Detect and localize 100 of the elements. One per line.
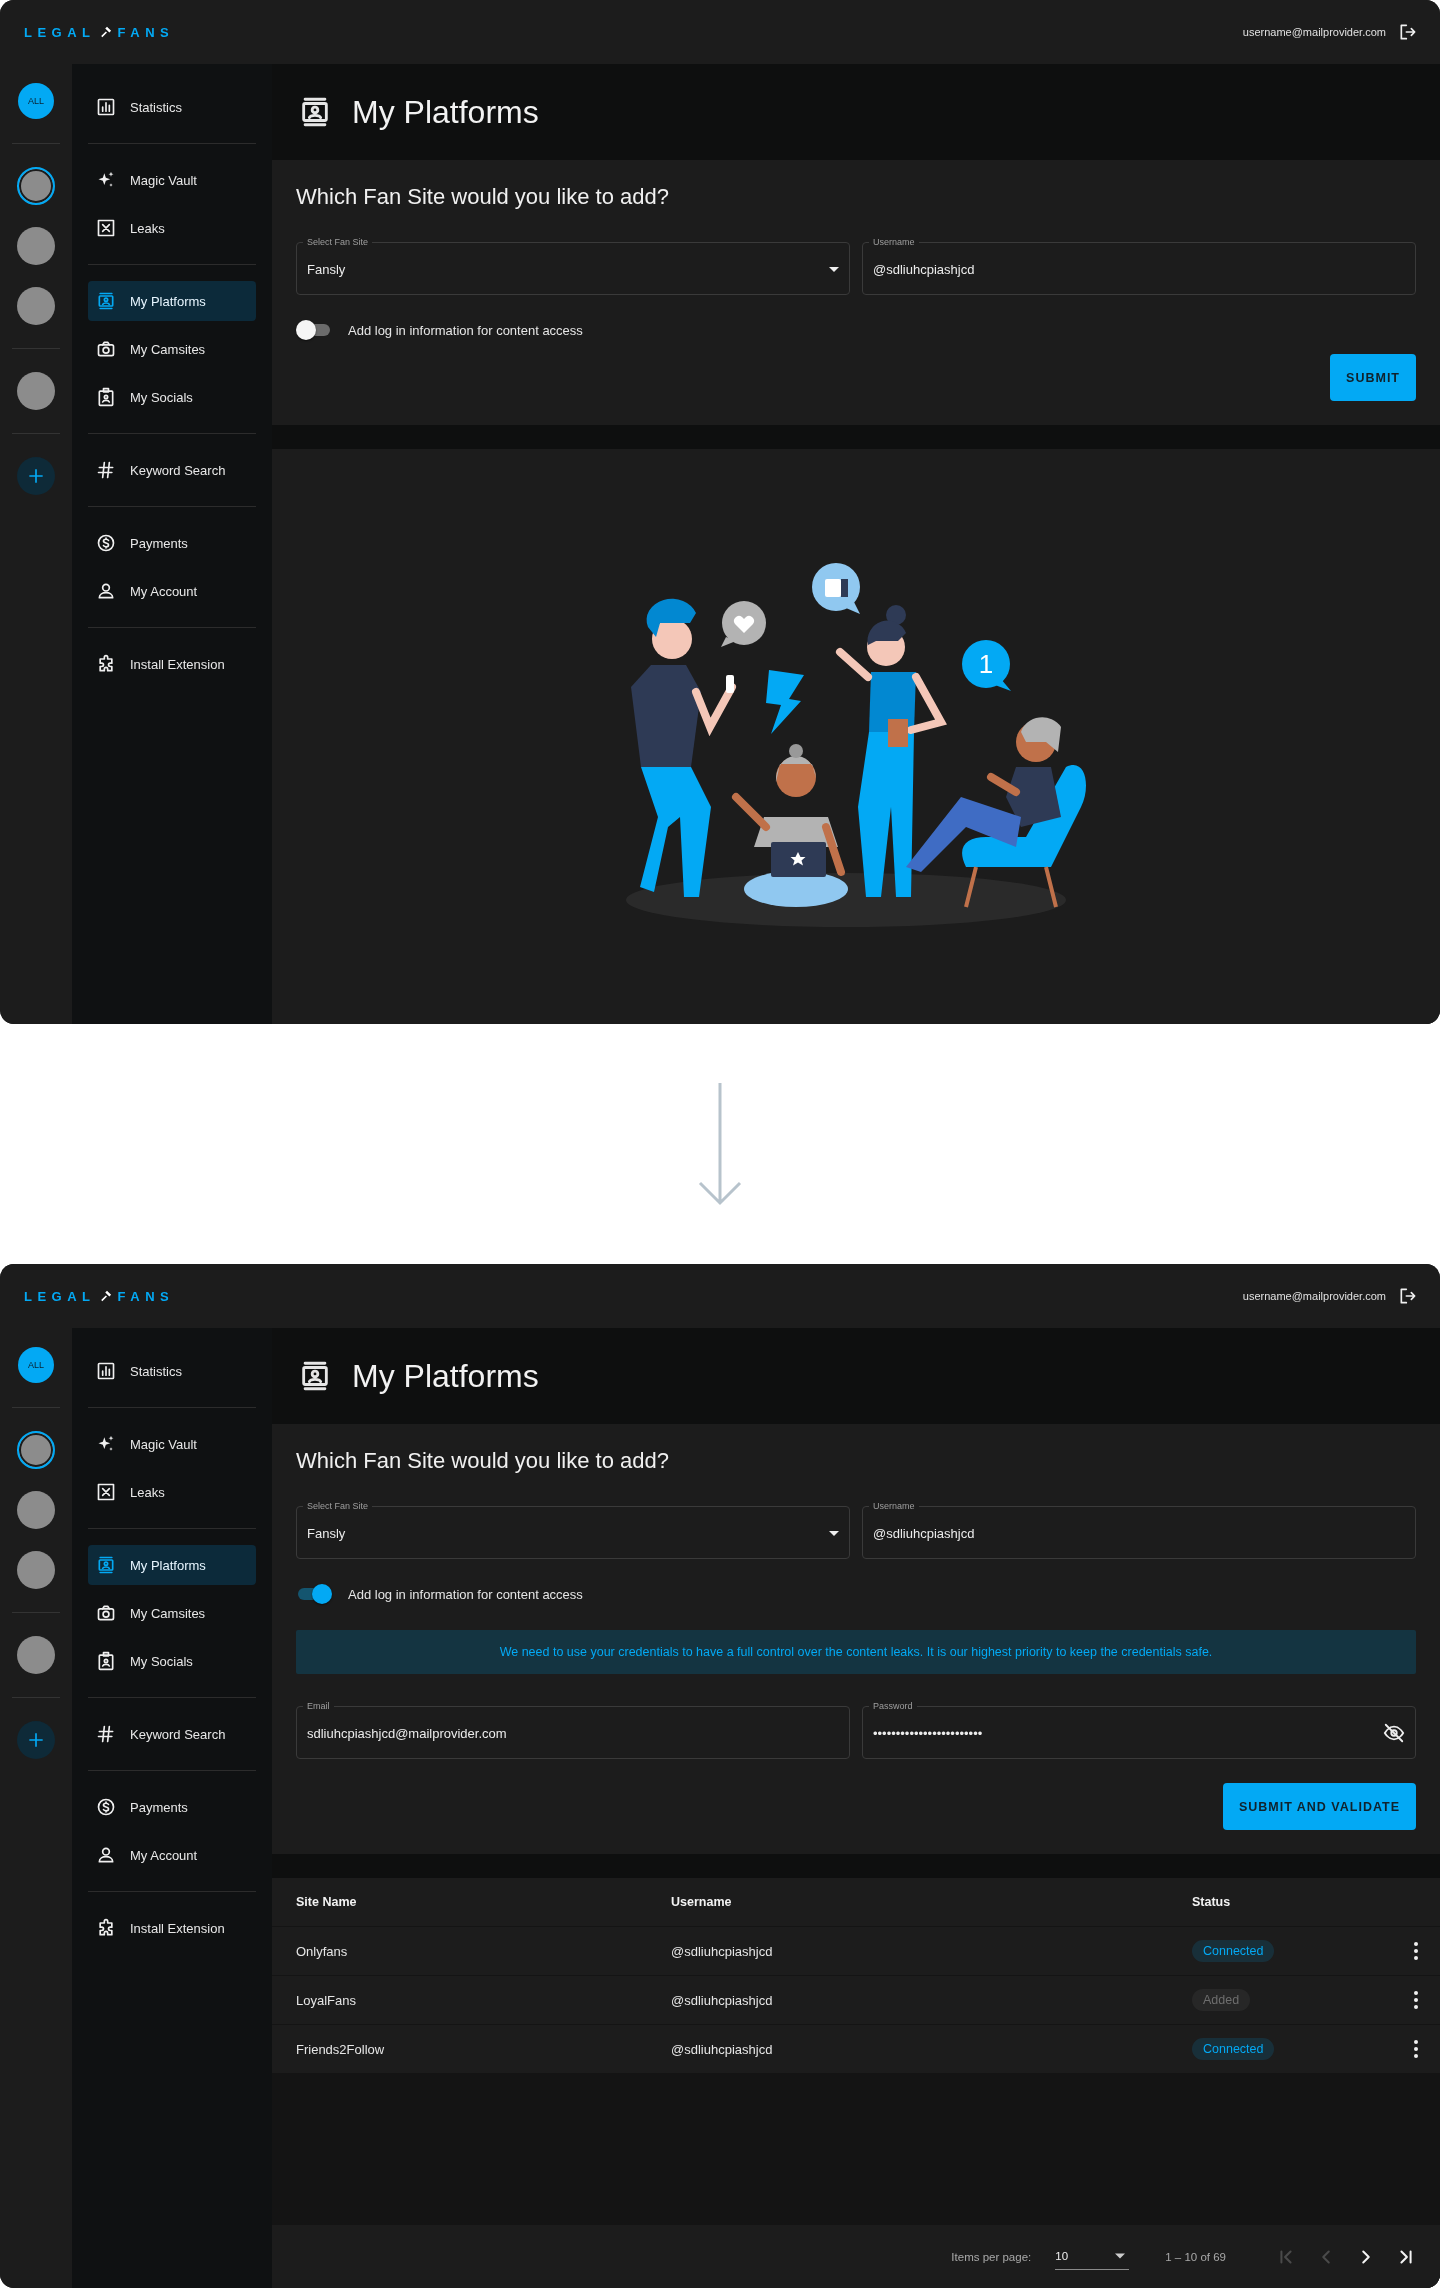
nav-item[interactable]: Statistics: [88, 1351, 256, 1391]
more-vert-icon: [1414, 1991, 1418, 2009]
nav-item[interactable]: Leaks: [88, 208, 256, 248]
bar-chart-icon: [96, 1361, 116, 1381]
avatar-photo[interactable]: [17, 1636, 55, 1674]
avatar-photo[interactable]: [17, 227, 55, 265]
nav-item[interactable]: Payments: [88, 523, 256, 563]
nav-item[interactable]: My Socials: [88, 1641, 256, 1681]
items-per-page-label: Items per page:: [951, 2250, 1032, 2263]
gavel-icon: [99, 25, 114, 39]
id-card-icon: [96, 1555, 116, 1575]
avatar-photo[interactable]: [17, 1551, 55, 1589]
logout-button[interactable]: [1398, 22, 1418, 42]
add-profile-button[interactable]: [17, 1721, 55, 1759]
logout-button[interactable]: [1398, 1286, 1418, 1306]
username-cell-text: @sdliuhcpiashjcd: [671, 2041, 774, 2057]
x-square-icon: [96, 1482, 116, 1502]
nav-item[interactable]: Magic Vault: [88, 1424, 256, 1464]
nav-item[interactable]: Install Extension: [88, 644, 256, 684]
gavel-icon: [99, 1289, 114, 1303]
site-name-cell-text: LoyalFans: [296, 1992, 357, 2008]
credentials-notice: We need to use your credentials to have a full control over the content leaks. It is our highest priority to keep the credentials safe.: [296, 1630, 1416, 1674]
nav-item[interactable]: My Camsites: [88, 329, 256, 369]
brand-logo-text: LEGAL: [24, 24, 96, 40]
nav-item[interactable]: Magic Vault: [88, 160, 256, 200]
toggle-label: Add log in information for content access: [348, 322, 583, 338]
nav-item[interactable]: Install Extension: [88, 1908, 256, 1948]
logout-icon: [1398, 1286, 1418, 1306]
avatar-photo[interactable]: [17, 1491, 55, 1529]
column-header: Status: [1192, 1895, 1232, 1909]
nav-item[interactable]: Payments: [88, 1787, 256, 1827]
id-card-icon: [96, 291, 116, 311]
login-info-toggle[interactable]: [296, 320, 332, 340]
dropdown-caret-icon: [829, 1530, 839, 1536]
avatar-photo[interactable]: [17, 1431, 55, 1469]
avatar-photo[interactable]: [17, 287, 55, 325]
page-range: 1 – 10 of 69: [1165, 2250, 1226, 2263]
brand-logo-text: FANS: [117, 1288, 175, 1304]
hash-icon: [96, 1724, 116, 1744]
more-vert-icon: [1414, 2040, 1418, 2058]
nav-item[interactable]: My Account: [88, 1835, 256, 1875]
contact-badge-icon: [96, 1651, 116, 1671]
camera-icon: [96, 1603, 116, 1623]
site-name-cell-text: Friends2Follow: [296, 2041, 386, 2057]
person-icon: [96, 1845, 116, 1865]
brand-logo-text: FANS: [117, 24, 175, 40]
form-heading: Which Fan Site would you like to add?: [296, 184, 670, 210]
puzzle-icon: [96, 1918, 116, 1938]
brand-logo-text: LEGAL: [24, 1288, 96, 1304]
more-vert-icon: [1414, 1942, 1418, 1960]
add-profile-button[interactable]: [17, 457, 55, 495]
status-badge: Connected: [1192, 1940, 1275, 1962]
submit-button[interactable]: SUBMIT AND VALIDATE: [1222, 1783, 1416, 1830]
avatar-photo[interactable]: [17, 167, 55, 205]
nav-item[interactable]: My Camsites: [88, 1593, 256, 1633]
username-cell-text: @sdliuhcpiashjcd: [671, 1992, 774, 2008]
form-heading: Which Fan Site would you like to add?: [296, 1448, 670, 1474]
all-profiles-button[interactable]: ALL: [18, 83, 54, 119]
status-badge: Connected: [1192, 2038, 1275, 2060]
hash-icon: [96, 460, 116, 480]
username-field[interactable]: Username @sdliuhcpiashjcd: [862, 1501, 1416, 1559]
nav-item[interactable]: Leaks: [88, 1472, 256, 1512]
plus-icon: [26, 466, 46, 486]
password-field[interactable]: Password ••••••••••••••••••••••••: [862, 1701, 1416, 1759]
x-square-icon: [96, 218, 116, 238]
avatar-photo[interactable]: [17, 372, 55, 410]
username-field[interactable]: Username @sdliuhcpiashjcd: [862, 237, 1416, 295]
nav-item[interactable]: My Platforms: [88, 1545, 256, 1585]
fan-site-select[interactable]: Select Fan Site Fansly: [296, 237, 850, 295]
email-field[interactable]: Email sdliuhcpiashjcd@mailprovider.com: [296, 1701, 850, 1759]
puzzle-icon: [96, 654, 116, 674]
contact-badge-icon: [96, 387, 116, 407]
page-title: My Platforms: [352, 93, 539, 131]
person-icon: [96, 581, 116, 601]
fan-site-select[interactable]: Select Fan Site Fansly: [296, 1501, 850, 1559]
nav-item[interactable]: Keyword Search: [88, 1714, 256, 1754]
dropdown-caret-icon: [829, 266, 839, 272]
camera-icon: [96, 339, 116, 359]
eye-off-icon[interactable]: [1383, 1722, 1405, 1744]
dollar-icon: [96, 1797, 116, 1817]
status-badge: Added: [1192, 1989, 1251, 2011]
login-info-toggle[interactable]: [296, 1584, 332, 1604]
user-email: username@mailprovider.com: [1242, 1290, 1386, 1302]
column-header: Site Name: [296, 1895, 358, 1909]
column-header: Username: [671, 1895, 733, 1909]
user-email: username@mailprovider.com: [1242, 26, 1386, 38]
submit-button[interactable]: SUBMIT: [1330, 354, 1416, 401]
all-profiles-button[interactable]: ALL: [18, 1347, 54, 1383]
page-title: My Platforms: [352, 1357, 539, 1395]
nav-item[interactable]: My Platforms: [88, 281, 256, 321]
logout-icon: [1398, 22, 1418, 42]
nav-item[interactable]: Keyword Search: [88, 450, 256, 490]
username-cell-text: @sdliuhcpiashjcd: [671, 1943, 774, 1959]
nav-item[interactable]: My Socials: [88, 377, 256, 417]
nav-item[interactable]: Statistics: [88, 87, 256, 127]
toggle-label: Add log in information for content access: [348, 1586, 583, 1602]
nav-item[interactable]: My Account: [88, 571, 256, 611]
site-name-cell-text: Onlyfans: [296, 1943, 349, 1959]
page-size-select[interactable]: 10: [1055, 2243, 1130, 2270]
bar-chart-icon: [96, 97, 116, 117]
